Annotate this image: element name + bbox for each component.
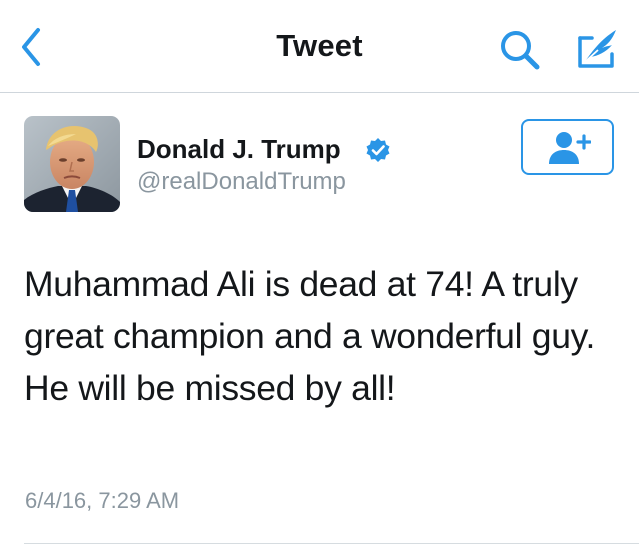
navigation-bar: Tweet [0,0,639,93]
profile-photo [24,116,120,212]
search-icon [501,31,540,70]
search-button[interactable] [496,26,548,74]
compose-button[interactable] [572,24,624,74]
tweet-timestamp: 6/4/16, 7:29 AM [25,488,180,513]
follow-button[interactable] [521,119,614,175]
verified-badge-icon [366,138,390,162]
avatar[interactable] [24,116,120,212]
compose-icon [578,30,616,68]
divider [24,543,639,544]
author-handle[interactable]: @realDonaldTrump [137,168,346,196]
follow-user-icon [549,132,591,164]
tweet-detail-screen: Tweet Donald J. Trump @realDonaldTrump M… [0,0,639,554]
author-name[interactable]: Donald J. Trump [137,134,341,165]
tweet-text: Muhammad Ali is dead at 74! A truly grea… [24,264,596,408]
